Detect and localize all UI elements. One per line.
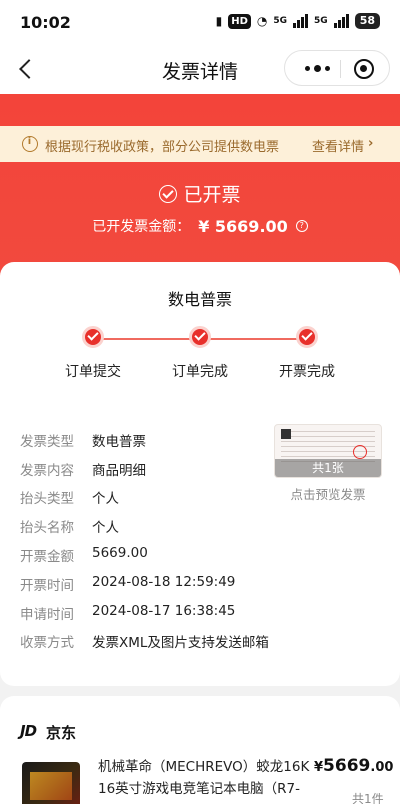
product-title[interactable]: 机械革命（MECHREVO）蛟龙16K 16英寸游戏电竞笔记本电脑（R7-743… [98,756,310,800]
close-miniprogram-icon[interactable] [354,59,374,79]
tax-policy-notice[interactable]: 根据现行税收政策，部分公司提供数电票 查看详情 › [0,126,400,162]
signal-5g-label-1: 5G [273,16,288,26]
check-icon [296,326,318,348]
store-name: 京东 [46,724,77,742]
invoice-type-title: 数电普票 [167,290,232,309]
detail-value: 2024-08-18 12:59:49 [92,574,236,590]
help-icon[interactable]: ? [295,220,308,232]
vibrate-icon: ▮ [215,14,223,28]
invoice-count: 共1张 [275,459,381,477]
detail-value: 个人 [92,491,119,507]
detail-value: 个人 [92,520,119,536]
amount-value: ¥ 5669.00 [198,216,288,236]
detail-label: 发票内容 [20,463,74,479]
notice-text: 根据现行税收政策，部分公司提供数电票 [45,140,280,155]
price-decimal: .00 [370,760,394,775]
qr-code-icon [281,429,291,439]
price-currency: ¥ [314,760,324,775]
signal-5g-label-2: 5G [314,16,328,26]
step-order-completed: 订单完成 [145,326,255,381]
product-quantity: 共1件 [352,792,384,804]
step-label: 开票完成 [279,364,335,380]
status-bar: 10:02 ▮ HD ◔ 5G 5G 58 [0,0,400,44]
step-invoice-completed: 开票完成 [252,326,362,381]
detail-value: 2024-08-17 16:38:45 [92,603,236,619]
status-time: 10:02 [20,13,71,32]
product-image[interactable] [22,762,80,804]
product-price: ¥5669.00 [314,756,393,776]
step-label: 订单完成 [172,364,228,380]
more-icon[interactable] [297,51,337,85]
amount-label: 已开发票金额： [92,219,191,235]
battery-icon: 58 [354,13,380,29]
price-integer: 5669 [323,756,371,776]
status-icons: ▮ HD ◔ 5G 5G 58 [216,13,380,29]
invoice-card: 数电普票 订单提交 订单完成 开票完成 发票类型 数电普票 发票内容 商品明细 … [0,262,400,686]
view-details-link[interactable]: 查看详情 [312,136,364,155]
check-icon [189,326,211,348]
seal-stamp-icon [353,445,367,459]
capsule-divider [340,60,341,78]
preview-invoice-link[interactable]: 点击预览发票 [274,484,382,503]
detail-value: 发票XML及图片支持发送邮箱 [92,635,269,651]
invoice-preview-thumbnail[interactable]: 共1张 [274,424,382,478]
signal-icon [293,14,309,28]
detail-label: 收票方式 [20,635,74,651]
hd-icon: HD [228,13,251,29]
step-label: 订单提交 [65,364,121,380]
status-label: 已开票 [183,184,241,206]
check-icon [82,326,104,348]
check-circle-icon [159,184,178,203]
detail-value: 商品明细 [92,463,146,479]
invoiced-amount: 已开发票金额： ¥ 5669.00 ? [0,216,400,236]
nav-bar: 发票详情 [0,44,400,94]
info-icon [22,136,38,152]
detail-label: 申请时间 [20,607,74,623]
chevron-right-icon: › [368,136,374,151]
detail-value: 数电普票 [92,434,146,450]
wifi-icon: ◔ [256,14,268,28]
invoice-status: 已开票 [0,180,400,207]
miniprogram-capsule [284,50,390,86]
detail-label: 开票金额 [20,549,74,565]
signal-icon-2 [333,14,349,28]
jd-logo: JD [20,722,37,740]
step-order-submitted: 订单提交 [38,326,148,381]
detail-value: 5669.00 [92,545,148,561]
detail-label: 发票类型 [20,434,74,450]
order-card: JD 京东 机械革命（MECHREVO）蛟龙16K 16英寸游戏电竞笔记本电脑（… [0,696,400,804]
detail-label: 抬头类型 [20,491,74,507]
detail-label: 开票时间 [20,578,74,594]
detail-label: 抬头名称 [20,520,74,536]
